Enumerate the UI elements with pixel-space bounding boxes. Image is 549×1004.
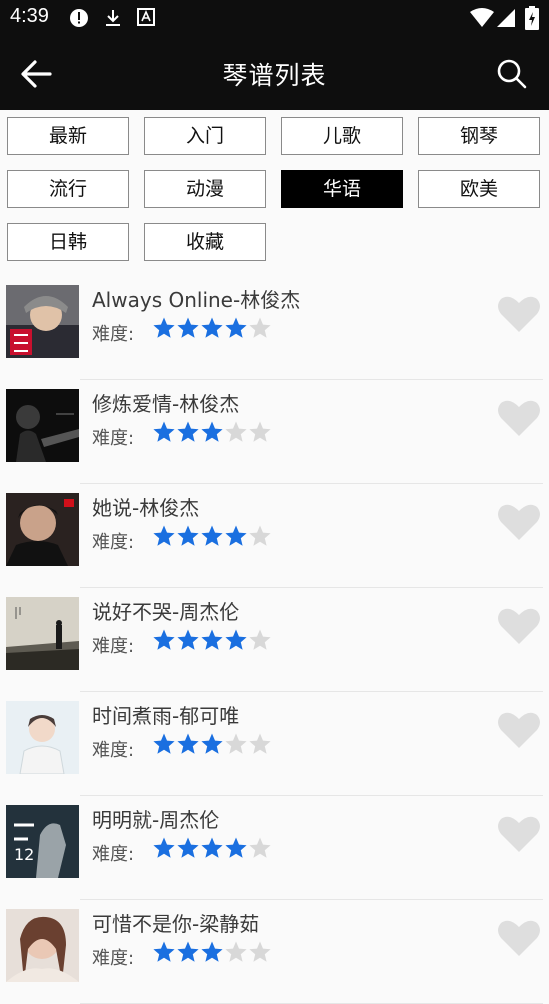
album-cover: 12 bbox=[6, 805, 79, 878]
star-icon bbox=[225, 525, 247, 546]
star-icon bbox=[153, 317, 175, 338]
list-item[interactable]: Always Online-林俊杰 难度: bbox=[0, 276, 549, 380]
app-bar: 琴谱列表 bbox=[0, 36, 549, 110]
star-icon bbox=[153, 629, 175, 650]
svg-text:12: 12 bbox=[14, 845, 34, 864]
album-cover bbox=[6, 909, 79, 982]
heart-icon[interactable] bbox=[497, 918, 541, 958]
star-icon bbox=[177, 525, 199, 546]
list-item[interactable]: 她说-林俊杰 难度: bbox=[0, 484, 549, 588]
song-title: 修炼爱情-林俊杰 bbox=[92, 392, 240, 416]
list-item[interactable]: 修炼爱情-林俊杰 难度: bbox=[0, 380, 549, 484]
difficulty-stars bbox=[152, 732, 272, 756]
category-button[interactable]: 收藏 bbox=[144, 223, 266, 261]
list-item[interactable]: 时间煮雨-郁可唯 难度: bbox=[0, 692, 549, 796]
star-icon bbox=[249, 317, 271, 338]
category-button[interactable]: 流行 bbox=[7, 170, 129, 208]
star-icon bbox=[177, 421, 199, 442]
star-icon bbox=[225, 837, 247, 858]
star-icon bbox=[201, 733, 223, 754]
song-title: 她说-林俊杰 bbox=[92, 496, 200, 520]
search-icon[interactable] bbox=[494, 56, 530, 92]
star-icon bbox=[249, 629, 271, 650]
heart-icon[interactable] bbox=[497, 294, 541, 334]
star-icon bbox=[153, 733, 175, 754]
star-icon bbox=[153, 837, 175, 858]
album-cover bbox=[6, 597, 79, 670]
star-icon bbox=[225, 629, 247, 650]
star-icon bbox=[249, 837, 271, 858]
star-icon bbox=[225, 941, 247, 962]
keyboard-icon bbox=[137, 8, 155, 26]
list-item[interactable]: 可惜不是你-梁静茹 难度: bbox=[0, 900, 549, 1004]
heart-icon[interactable] bbox=[497, 398, 541, 438]
song-title: 说好不哭-周杰伦 bbox=[92, 600, 240, 624]
difficulty-stars bbox=[152, 524, 272, 548]
status-bar: 4:39 bbox=[0, 0, 549, 36]
star-icon bbox=[177, 733, 199, 754]
star-icon bbox=[177, 629, 199, 650]
difficulty-stars bbox=[152, 940, 272, 964]
star-icon bbox=[177, 317, 199, 338]
list-item[interactable]: 说好不哭-周杰伦 难度: bbox=[0, 588, 549, 692]
star-icon bbox=[201, 837, 223, 858]
alert-icon bbox=[70, 9, 88, 27]
star-icon bbox=[249, 525, 271, 546]
star-icon bbox=[249, 733, 271, 754]
difficulty-label: 难度: bbox=[92, 948, 135, 969]
difficulty-label: 难度: bbox=[92, 636, 135, 657]
battery-icon bbox=[525, 6, 539, 30]
wifi-icon bbox=[470, 8, 494, 27]
category-button[interactable]: 华语 bbox=[281, 170, 403, 208]
star-icon bbox=[225, 421, 247, 442]
difficulty-stars bbox=[152, 316, 272, 340]
star-icon bbox=[225, 317, 247, 338]
song-title: 明明就-周杰伦 bbox=[92, 808, 220, 832]
star-icon bbox=[249, 421, 271, 442]
star-icon bbox=[249, 941, 271, 962]
album-cover bbox=[6, 493, 79, 566]
category-button[interactable]: 动漫 bbox=[144, 170, 266, 208]
category-button[interactable]: 儿歌 bbox=[281, 117, 403, 155]
star-icon bbox=[177, 837, 199, 858]
category-button[interactable]: 最新 bbox=[7, 117, 129, 155]
song-title: 可惜不是你-梁静茹 bbox=[92, 912, 260, 936]
album-cover bbox=[6, 701, 79, 774]
song-title: 时间煮雨-郁可唯 bbox=[92, 704, 240, 728]
difficulty-stars bbox=[152, 836, 272, 860]
list-item[interactable]: 12 明明就-周杰伦 难度: bbox=[0, 796, 549, 900]
download-icon bbox=[106, 10, 120, 26]
status-time: 4:39 bbox=[10, 5, 49, 27]
category-button[interactable]: 入门 bbox=[144, 117, 266, 155]
heart-icon[interactable] bbox=[497, 606, 541, 646]
difficulty-stars bbox=[152, 420, 272, 444]
difficulty-label: 难度: bbox=[92, 844, 135, 865]
difficulty-label: 难度: bbox=[92, 532, 135, 553]
star-icon bbox=[201, 629, 223, 650]
heart-icon[interactable] bbox=[497, 502, 541, 542]
category-button[interactable]: 欧美 bbox=[418, 170, 540, 208]
star-icon bbox=[153, 525, 175, 546]
song-title: Always Online-林俊杰 bbox=[92, 288, 301, 312]
category-button[interactable]: 日韩 bbox=[7, 223, 129, 261]
difficulty-stars bbox=[152, 628, 272, 652]
album-cover bbox=[6, 389, 79, 462]
heart-icon[interactable] bbox=[497, 710, 541, 750]
difficulty-label: 难度: bbox=[92, 740, 135, 761]
star-icon bbox=[201, 525, 223, 546]
difficulty-label: 难度: bbox=[92, 324, 135, 345]
star-icon bbox=[201, 421, 223, 442]
star-icon bbox=[153, 941, 175, 962]
album-cover bbox=[6, 285, 79, 358]
difficulty-label: 难度: bbox=[92, 428, 135, 449]
star-icon bbox=[225, 733, 247, 754]
star-icon bbox=[201, 941, 223, 962]
page-title: 琴谱列表 bbox=[222, 61, 327, 90]
category-button[interactable]: 钢琴 bbox=[418, 117, 540, 155]
star-icon bbox=[201, 317, 223, 338]
star-icon bbox=[153, 421, 175, 442]
signal-icon bbox=[497, 9, 515, 27]
star-icon bbox=[177, 941, 199, 962]
heart-icon[interactable] bbox=[497, 814, 541, 854]
